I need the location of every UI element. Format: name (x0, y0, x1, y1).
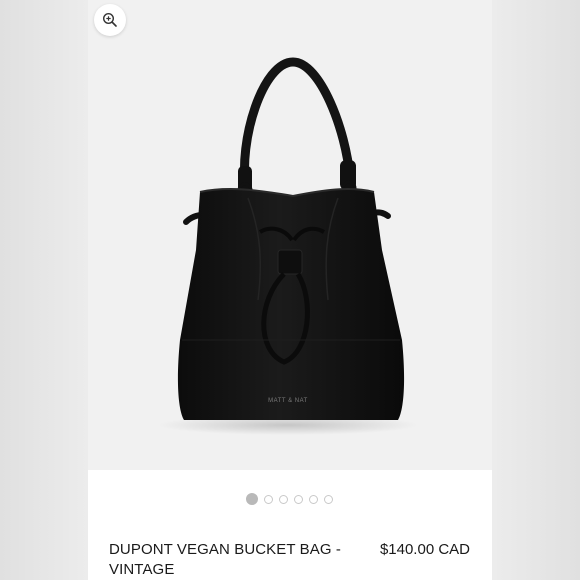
gallery-dot-5[interactable] (309, 494, 318, 504)
right-backdrop (492, 0, 580, 580)
gallery-dot-3[interactable] (279, 494, 288, 504)
product-card: MATT & NAT DUPONT VEGAN BUCKET BAG - VIN… (88, 0, 492, 580)
zoom-in-icon (102, 12, 117, 27)
product-title: DUPONT VEGAN BUCKET BAG - VINTAGE (109, 541, 341, 578)
left-backdrop (0, 0, 88, 580)
bucket-bag-photo: MATT & NAT (158, 57, 418, 435)
gallery-dot-1[interactable] (246, 493, 258, 505)
gallery-pagination (246, 492, 333, 506)
product-price: $140.00 CAD (379, 541, 470, 558)
gallery-dot-4[interactable] (294, 494, 303, 504)
zoom-button[interactable] (94, 4, 126, 36)
gallery-dot-6[interactable] (324, 494, 333, 504)
brand-mark: MATT & NAT (268, 398, 308, 404)
gallery-dot-2[interactable] (264, 494, 273, 504)
product-image[interactable]: MATT & NAT (88, 0, 492, 470)
